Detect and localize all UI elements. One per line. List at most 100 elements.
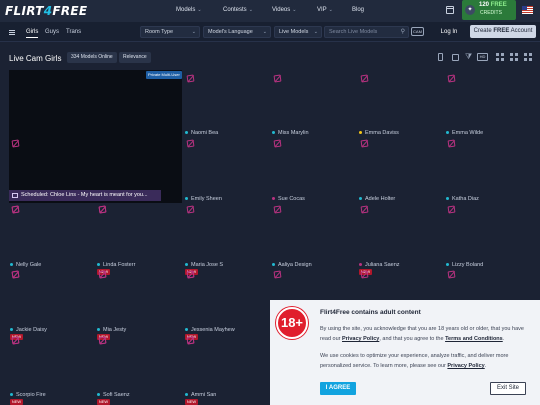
models-online-badge: 334 Models Online	[67, 52, 117, 63]
language-dropdown[interactable]: Model's Language ⌄	[203, 26, 271, 38]
new-badge: NEW	[10, 399, 23, 405]
private-show-icon	[98, 205, 107, 214]
grid-large-icon[interactable]	[496, 53, 504, 61]
chevron-down-icon: ⌄	[292, 7, 297, 13]
status-dot	[272, 197, 275, 201]
hd-filter-button[interactable]: HD	[477, 53, 488, 61]
private-show-icon	[186, 205, 195, 214]
model-card-name[interactable]: Sofi Saenz	[97, 392, 130, 398]
scheduled-show-banner[interactable]: Scheduled: Chloe Lins - My heart is mean…	[9, 190, 161, 201]
private-show-icon	[360, 74, 369, 83]
agree-button[interactable]: I AGREE	[320, 382, 356, 395]
tab-guys[interactable]: Guys	[45, 29, 59, 35]
exit-site-button[interactable]: Exit Site	[490, 382, 526, 395]
nav-contests[interactable]: Contests ⌄	[223, 7, 253, 13]
model-card-name[interactable]: Ammi San	[185, 392, 216, 398]
chevron-down-icon: ⌄	[191, 29, 196, 35]
status-dot	[359, 197, 362, 201]
hamburger-menu-icon[interactable]	[9, 30, 15, 35]
calendar-icon	[12, 193, 18, 198]
private-show-icon	[273, 270, 282, 279]
search-icon[interactable]: ⚲	[401, 28, 405, 35]
private-show-icon	[186, 139, 195, 148]
status-dot	[185, 197, 188, 201]
terms-link[interactable]: Terms and Conditions	[445, 336, 503, 342]
adult-18-plus-icon: 18+	[276, 307, 308, 339]
private-show-icon	[273, 205, 282, 214]
status-dot	[97, 328, 100, 332]
status-dot	[446, 197, 449, 201]
status-dot	[359, 131, 362, 135]
private-show-icon	[11, 270, 20, 279]
model-card-name[interactable]: Maria Jose S	[185, 262, 223, 268]
model-card-name[interactable]: Mia Jesty	[97, 327, 126, 333]
model-card-name[interactable]: Miss Marylin	[272, 130, 309, 136]
private-show-icon	[186, 270, 195, 279]
gift-icon[interactable]: ✦	[465, 5, 475, 15]
nav-vip[interactable]: VIP ⌄	[317, 7, 333, 13]
nav-videos[interactable]: Videos ⌄	[272, 7, 296, 13]
private-show-icon	[98, 270, 107, 279]
status-dot	[10, 393, 13, 397]
private-multi-user-badge: Private Multi-User	[146, 71, 182, 79]
grid-small-icon[interactable]	[524, 53, 532, 61]
model-card-name[interactable]: Linda Fosterr	[97, 262, 135, 268]
model-card-name[interactable]: Emma Daviss	[359, 130, 399, 136]
private-show-icon	[447, 139, 456, 148]
create-account-button[interactable]: Create FREE Account	[470, 25, 536, 38]
model-card-name[interactable]: Jessenia Mayhew	[185, 327, 235, 333]
site-logo[interactable]: FLIRT4FREE	[5, 4, 87, 18]
consent-title: Flirt4Free contains adult content	[320, 309, 421, 316]
model-card-name[interactable]: Emma Wilde	[446, 130, 483, 136]
calendar-icon[interactable]	[446, 6, 454, 14]
tab-girls[interactable]: Girls	[26, 29, 39, 38]
status-dot	[359, 263, 362, 267]
private-show-icon	[273, 139, 282, 148]
model-card-name[interactable]: Jackie Daisy	[10, 327, 47, 333]
status-dot	[97, 393, 100, 397]
filter-icon[interactable]: ⧩	[465, 52, 473, 61]
private-show-icon	[186, 74, 195, 83]
privacy-policy-link[interactable]: Privacy Policy	[342, 336, 379, 342]
model-card-name[interactable]: Emily Sheen	[185, 196, 222, 202]
chevron-down-icon: ⌄	[262, 29, 267, 35]
consent-text-cookies: We use cookies to optimize your experien…	[320, 353, 509, 369]
private-show-icon	[11, 139, 20, 148]
featured-model-tile[interactable]	[9, 70, 182, 203]
model-card-name[interactable]: Aaliya Design	[272, 262, 312, 268]
nav-blog[interactable]: Blog	[352, 7, 364, 13]
status-dot	[185, 131, 188, 135]
live-models-dropdown[interactable]: Live Models ⌄	[274, 26, 322, 38]
credits-label: CREDITS	[480, 10, 502, 16]
model-card-name[interactable]: Nelly Gale	[10, 262, 41, 268]
search-input[interactable]: Search Live Models ⚲	[324, 26, 409, 38]
tab-trans[interactable]: Trans	[66, 29, 81, 35]
chevron-down-icon: ⌄	[313, 29, 318, 35]
nav-models[interactable]: Models ⌄	[176, 7, 202, 13]
model-card-name[interactable]: Katha Diaz	[446, 196, 479, 202]
tag-icon[interactable]	[452, 54, 459, 61]
status-dot	[185, 328, 188, 332]
model-card-name[interactable]: Juliana Saenz	[359, 262, 400, 268]
credits-amount: 120 FREE	[479, 2, 507, 8]
login-button[interactable]: Log In	[434, 26, 464, 38]
private-show-icon	[447, 74, 456, 83]
model-card-name[interactable]: Lizzy Boland	[446, 262, 483, 268]
privacy-policy-link[interactable]: Privacy Policy	[447, 363, 484, 369]
grid-medium-icon[interactable]	[510, 53, 518, 61]
model-card-name[interactable]: Scorpio Fire	[10, 392, 46, 398]
model-card-name[interactable]: Naomi Bea	[185, 130, 218, 136]
status-dot	[185, 393, 188, 397]
model-card-name[interactable]: Adele Holter	[359, 196, 395, 202]
private-show-icon	[447, 205, 456, 214]
model-card-name[interactable]: Sue Cocas	[272, 196, 305, 202]
cam-button[interactable]: CAM	[411, 27, 424, 36]
status-dot	[446, 263, 449, 267]
private-show-icon	[186, 336, 195, 345]
mobile-icon[interactable]	[438, 53, 443, 61]
age-consent-dialog: 18+ Flirt4Free contains adult content By…	[270, 300, 540, 405]
us-flag-icon[interactable]	[522, 6, 533, 14]
room-type-dropdown[interactable]: Room Type ⌄	[140, 26, 200, 38]
sort-dropdown[interactable]: Relevance	[119, 52, 151, 63]
top-bar: FLIRT4FREE Models ⌄ Contests ⌄ Videos ⌄ VIP…	[0, 0, 540, 22]
